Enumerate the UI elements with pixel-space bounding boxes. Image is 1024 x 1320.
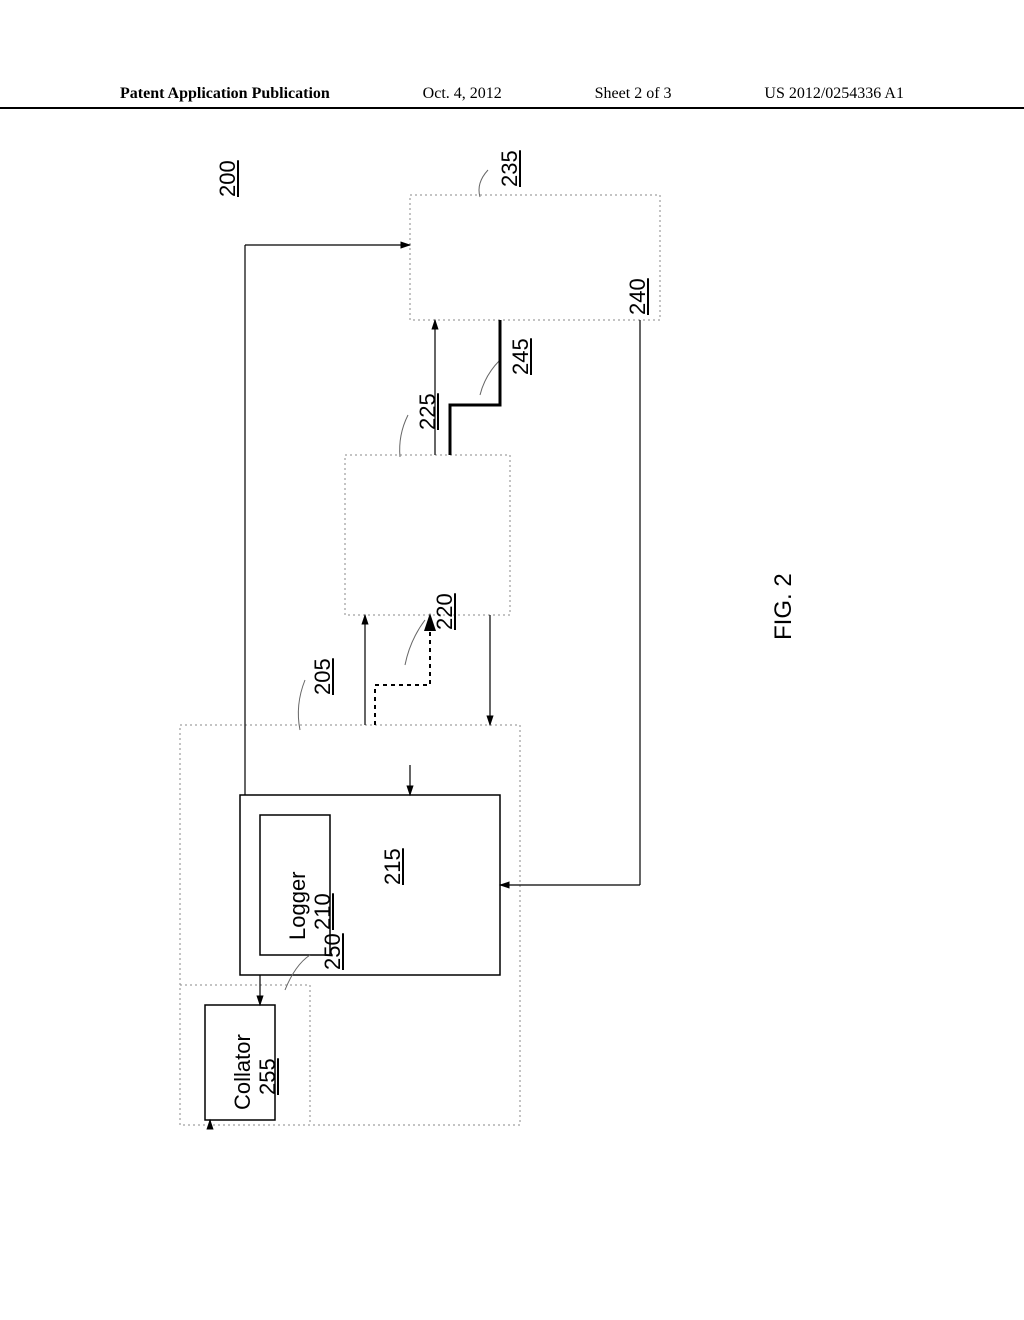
ref-215: 215 [380, 848, 406, 885]
ref-245: 245 [508, 338, 534, 375]
ref-255: 255 [255, 1058, 281, 1095]
ref-240: 240 [625, 278, 651, 315]
page-header: Patent Application Publication Oct. 4, 2… [0, 85, 1024, 109]
ref-225: 225 [415, 393, 441, 430]
ref-205: 205 [310, 658, 336, 695]
publication-type: Patent Application Publication [120, 85, 330, 103]
figure-diagram: 200 205 215 220 225 235 240 245 250 Logg… [150, 165, 730, 1135]
collator-label: Collator [230, 1034, 256, 1110]
publication-number: US 2012/0254336 A1 [764, 85, 904, 103]
figure-label: FIG. 2 [770, 573, 798, 640]
ref-235: 235 [497, 150, 523, 187]
ref-200: 200 [215, 160, 241, 197]
publication-date: Oct. 4, 2012 [423, 85, 502, 103]
ref-250: 250 [320, 933, 346, 970]
sheet-number: Sheet 2 of 3 [595, 85, 672, 103]
logger-label: Logger [285, 871, 311, 940]
ref-210: 210 [310, 893, 336, 930]
ref-220: 220 [432, 593, 458, 630]
